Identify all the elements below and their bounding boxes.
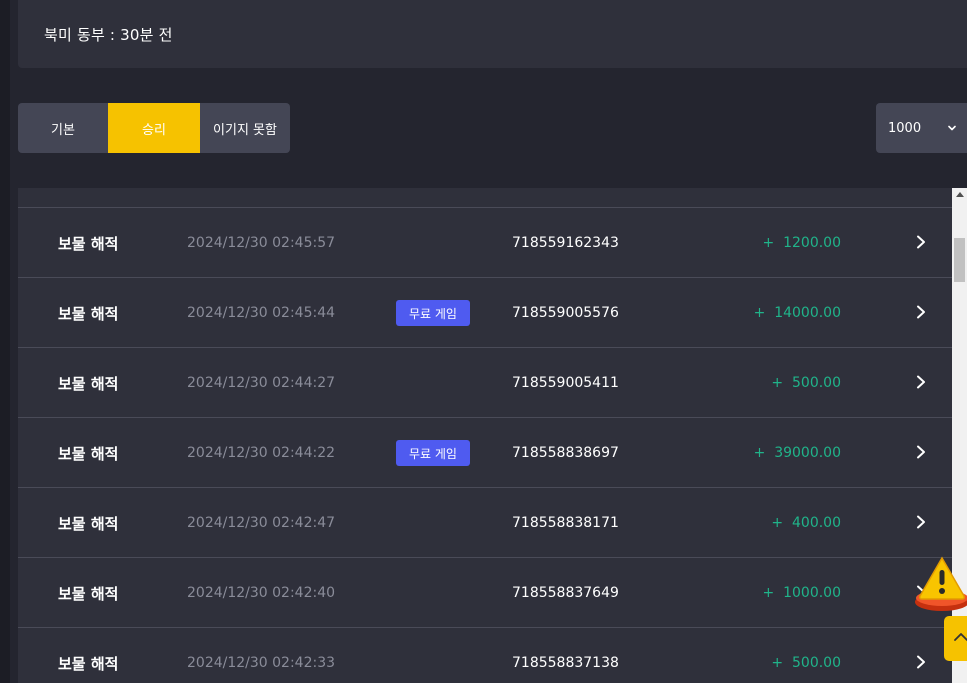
filter-tab-win[interactable]: 승리	[108, 103, 200, 153]
bet-time: 2024/12/30 02:42:47	[187, 515, 336, 531]
win-amount: + 400.00	[771, 515, 841, 531]
round-id: 718558838697	[512, 445, 619, 461]
result-filter-tabs: 기본 승리 이기지 못함	[18, 103, 290, 153]
server-status-text: 북미 동부 : 30분 전	[44, 26, 173, 44]
round-id: 718559005576	[512, 305, 619, 321]
scroll-thumb[interactable]	[954, 238, 965, 282]
scroll-up-arrow-icon[interactable]	[956, 192, 964, 197]
table-row[interactable]: 보물 해적 2024/12/30 02:44:27 718559005411 +…	[18, 347, 952, 418]
game-name: 보물 해적	[58, 515, 119, 533]
chevron-right-icon[interactable]	[915, 235, 927, 249]
round-id: 718558838171	[512, 515, 619, 531]
history-list: 보물 해적 2024/12/30 02:45:57 718559162343 +…	[18, 188, 952, 683]
left-edge-strip	[0, 0, 10, 683]
filter-tab-default[interactable]: 기본	[18, 103, 108, 153]
game-name: 보물 해적	[58, 305, 119, 323]
warning-icon[interactable]	[912, 555, 967, 617]
chevron-right-icon[interactable]	[915, 655, 927, 669]
round-id: 718559162343	[512, 235, 619, 251]
round-id: 718558837649	[512, 585, 619, 601]
bet-time: 2024/12/30 02:45:57	[187, 235, 336, 251]
chevron-right-icon[interactable]	[915, 445, 927, 459]
table-row[interactable]: 보물 해적 2024/12/30 02:45:44 무료 게임 71855900…	[18, 277, 952, 348]
filter-tab-no-win[interactable]: 이기지 못함	[200, 103, 290, 153]
game-name: 보물 해적	[58, 655, 119, 673]
win-amount: + 500.00	[771, 375, 841, 391]
page-size-value: 1000	[888, 120, 922, 136]
table-row[interactable]: 보물 해적 2024/12/30 02:45:57 718559162343 +…	[18, 207, 952, 278]
chevron-right-icon[interactable]	[915, 515, 927, 529]
bet-time: 2024/12/30 02:42:33	[187, 655, 336, 671]
table-row[interactable]: 보물 해적 2024/12/30 02:44:22 무료 게임 71855883…	[18, 417, 952, 488]
bet-time: 2024/12/30 02:42:40	[187, 585, 336, 601]
arrow-up-icon	[954, 633, 967, 641]
win-amount: + 1000.00	[762, 585, 841, 601]
round-id: 718559005411	[512, 375, 619, 391]
game-name: 보물 해적	[58, 235, 119, 253]
free-game-badge: 무료 게임	[396, 300, 470, 326]
win-amount: + 14000.00	[753, 305, 841, 321]
game-name: 보물 해적	[58, 375, 119, 393]
server-status-bar: 북미 동부 : 30분 전	[18, 0, 967, 68]
table-row[interactable]	[18, 188, 952, 208]
chevron-right-icon[interactable]	[915, 305, 927, 319]
win-amount: + 39000.00	[753, 445, 841, 461]
bet-time: 2024/12/30 02:45:44	[187, 305, 336, 321]
game-name: 보물 해적	[58, 585, 119, 603]
win-amount: + 1200.00	[762, 235, 841, 251]
chevron-right-icon[interactable]	[915, 375, 927, 389]
round-id: 718558837138	[512, 655, 619, 671]
bet-time: 2024/12/30 02:44:22	[187, 445, 336, 461]
table-row[interactable]: 보물 해적 2024/12/30 02:42:47 718558838171 +…	[18, 487, 952, 558]
page-size-select[interactable]: 1000	[876, 103, 967, 153]
table-row[interactable]: 보물 해적 2024/12/30 02:42:40 718558837649 +…	[18, 557, 952, 628]
scroll-to-top-button[interactable]	[944, 616, 967, 661]
free-game-badge: 무료 게임	[396, 440, 470, 466]
bet-time: 2024/12/30 02:44:27	[187, 375, 336, 391]
chevron-down-icon	[948, 125, 956, 131]
game-name: 보물 해적	[58, 445, 119, 463]
win-amount: + 500.00	[771, 655, 841, 671]
table-row[interactable]: 보물 해적 2024/12/30 02:42:33 718558837138 +…	[18, 627, 952, 683]
